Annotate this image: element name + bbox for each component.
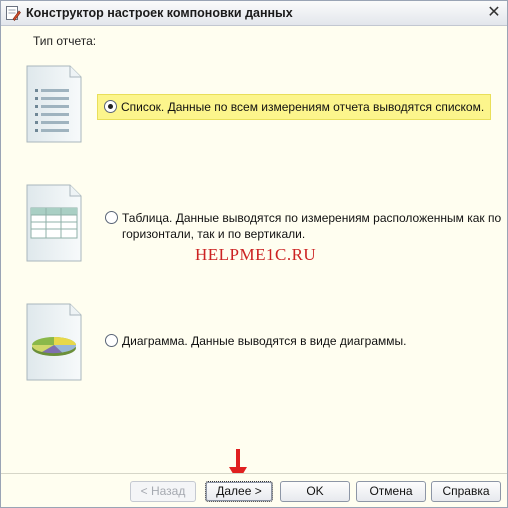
next-button[interactable]: Далее > — [205, 481, 273, 502]
close-icon: ✕ — [487, 4, 501, 21]
help-button[interactable]: Справка — [431, 481, 501, 502]
close-button[interactable]: ✕ — [487, 4, 501, 21]
chart-document-icon — [26, 303, 82, 381]
watermark: HELPME1C.RU — [195, 245, 317, 264]
radio-chart[interactable] — [105, 334, 118, 347]
title-bar[interactable]: Конструктор настроек компоновки данных ✕ — [1, 1, 507, 26]
option-list-label: Список. Данные по всем измерениям отчета… — [121, 100, 485, 114]
window-title: Конструктор настроек компоновки данных — [26, 6, 293, 20]
back-button[interactable]: < Назад — [130, 481, 196, 502]
option-chart-label: Диаграмма. Данные выводятся в виде диагр… — [122, 334, 407, 348]
report-type-label: Тип отчета: — [33, 34, 97, 48]
option-chart[interactable]: Диаграмма. Данные выводятся в виде диагр… — [105, 333, 406, 349]
constructor-icon — [6, 6, 21, 21]
wizard-content: Тип отчета: Список. Данные по всем измер… — [1, 27, 507, 473]
table-document-icon — [26, 184, 82, 262]
button-bar: < Назад Далее > OK Отмена Справка — [1, 473, 507, 507]
option-table[interactable]: Таблица. Данные выводятся по измерениям … — [105, 210, 501, 242]
option-list[interactable]: Список. Данные по всем измерениям отчета… — [97, 94, 492, 120]
list-document-icon — [26, 65, 82, 143]
ok-button[interactable]: OK — [280, 481, 350, 502]
radio-list[interactable] — [104, 100, 117, 113]
radio-table[interactable] — [105, 211, 118, 224]
option-table-label: Таблица. Данные выводятся по измерениям … — [122, 211, 502, 241]
cancel-button[interactable]: Отмена — [356, 481, 426, 502]
wizard-window: Конструктор настроек компоновки данных ✕… — [0, 0, 508, 508]
